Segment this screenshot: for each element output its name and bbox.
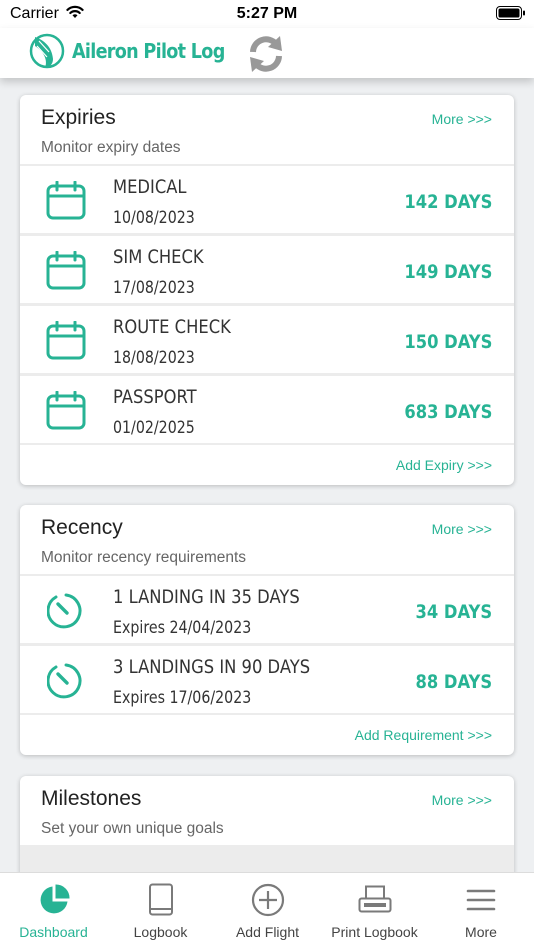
book-icon	[107, 883, 214, 917]
wing-logo-icon	[26, 30, 68, 77]
tab-add-flight[interactable]: Add Flight	[214, 873, 321, 950]
recency-subtitle: Monitor recency requirements	[41, 549, 247, 566]
printer-icon	[321, 883, 428, 917]
expiry-name: SIM CHECK	[113, 246, 204, 268]
tab-label: Add Flight	[235, 924, 300, 940]
status-time: 5:27 PM	[236, 5, 298, 22]
recency-expires: Expires 24/04/2023	[113, 618, 252, 637]
pie-chart-icon	[0, 883, 107, 917]
expiry-row-route-check[interactable]: ROUTE CHECK 18/08/2023 150 DAYS	[20, 306, 514, 373]
sync-icon[interactable]	[244, 32, 288, 81]
recency-requirement: 1 LANDING IN 35 DAYS	[113, 586, 300, 608]
expiry-days-remaining: 149 DAYS	[403, 261, 492, 283]
expiry-row-passport[interactable]: PASSPORT 01/02/2025 683 DAYS	[20, 376, 514, 443]
expiry-date: 18/08/2023	[113, 348, 195, 367]
recency-row[interactable]: 3 LANDINGS IN 90 DAYS Expires 17/06/2023…	[20, 646, 514, 713]
expiry-days-remaining: 150 DAYS	[403, 331, 492, 353]
recency-list: 1 LANDING IN 35 DAYS Expires 24/04/2023 …	[20, 574, 514, 715]
tab-logbook[interactable]: Logbook	[107, 873, 214, 950]
expiry-name: ROUTE CHECK	[113, 316, 231, 338]
calendar-icon	[46, 390, 86, 436]
expiry-days-remaining: 683 DAYS	[403, 401, 492, 423]
expiry-name: PASSPORT	[113, 386, 197, 408]
recency-expires: Expires 17/06/2023	[113, 688, 252, 707]
calendar-icon	[46, 180, 86, 226]
recency-row[interactable]: 1 LANDING IN 35 DAYS Expires 24/04/2023 …	[20, 576, 514, 643]
tab-label: Print Logbook	[331, 924, 418, 940]
tab-label: Dashboard	[19, 924, 88, 940]
expiries-card: Expiries More >>> Monitor expiry dates M…	[20, 95, 514, 485]
expiry-date: 17/08/2023	[113, 278, 195, 297]
recency-more-link[interactable]: More >>>	[432, 521, 492, 537]
expiries-title: Expiries	[41, 106, 116, 129]
tab-label: More	[465, 924, 497, 940]
milestones-more-link[interactable]: More >>>	[432, 792, 492, 808]
add-requirement-link[interactable]: Add Requirement >>>	[355, 727, 492, 743]
tab-print-logbook[interactable]: Print Logbook	[321, 873, 428, 950]
calendar-icon	[46, 320, 86, 366]
milestones-title: Milestones	[41, 787, 142, 810]
recency-requirement: 3 LANDINGS IN 90 DAYS	[113, 656, 311, 678]
expiry-date: 01/02/2025	[113, 418, 195, 437]
expiry-row-sim-check[interactable]: SIM CHECK 17/08/2023 149 DAYS	[20, 236, 514, 303]
menu-icon	[428, 883, 534, 917]
expiry-days-remaining: 142 DAYS	[403, 191, 492, 213]
recency-days-remaining: 88 DAYS	[415, 671, 492, 693]
milestones-card: Milestones More >>> Set your own unique …	[20, 776, 514, 872]
calendar-icon	[46, 250, 86, 296]
timer-icon	[46, 592, 85, 635]
app-header: Aileron Pilot Log	[0, 28, 534, 78]
milestones-subtitle: Set your own unique goals	[41, 820, 224, 837]
recency-card: Recency More >>> Monitor recency require…	[20, 505, 514, 755]
app-title: Aileron Pilot Log	[72, 39, 225, 63]
expiries-subtitle: Monitor expiry dates	[41, 139, 181, 156]
expiry-name: MEDICAL	[113, 176, 187, 198]
add-expiry-link[interactable]: Add Expiry >>>	[396, 457, 492, 473]
tab-bar: Dashboard Logbook Add Flight Print Logbo…	[0, 872, 534, 950]
recency-title: Recency	[41, 516, 123, 539]
expiry-row-medical[interactable]: MEDICAL 10/08/2023 142 DAYS	[20, 166, 514, 233]
tab-more[interactable]: More	[428, 873, 534, 950]
expiries-list: MEDICAL 10/08/2023 142 DAYS SIM CHECK 17…	[20, 164, 514, 445]
expiries-more-link[interactable]: More >>>	[432, 111, 492, 127]
battery-icon	[496, 6, 526, 26]
dashboard-content[interactable]: Expiries More >>> Monitor expiry dates M…	[0, 78, 534, 872]
add-circle-icon	[214, 883, 321, 917]
tab-label: Logbook	[133, 924, 188, 940]
milestones-list	[20, 845, 514, 872]
expiry-date: 10/08/2023	[113, 208, 195, 227]
status-bar: Carrier 5:27 PM	[0, 0, 534, 28]
timer-icon	[46, 662, 85, 705]
tab-dashboard[interactable]: Dashboard	[0, 873, 107, 950]
recency-days-remaining: 34 DAYS	[415, 601, 492, 623]
